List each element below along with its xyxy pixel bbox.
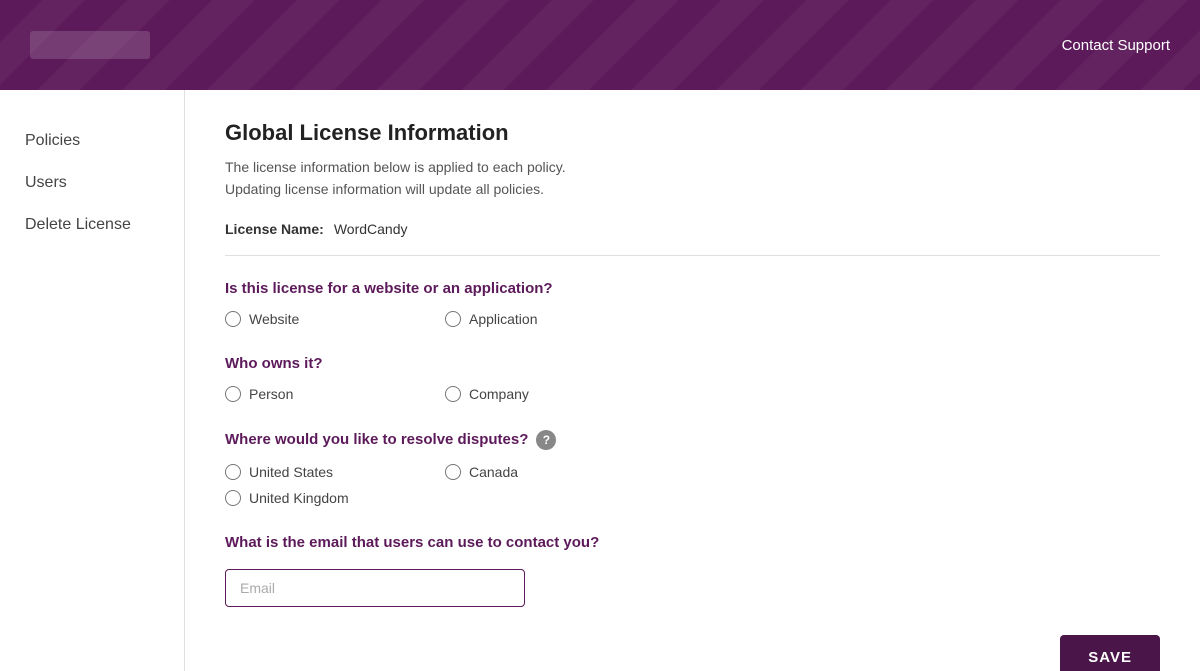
- question-4-section: What is the email that users can use to …: [225, 534, 1160, 607]
- email-field[interactable]: [225, 569, 525, 607]
- license-name-value: WordCandy: [334, 221, 408, 237]
- radio-person[interactable]: [225, 386, 241, 402]
- page-title: Global License Information: [225, 120, 1160, 146]
- header: Contact Support: [0, 0, 1200, 90]
- page-subtitle: The license information below is applied…: [225, 156, 1160, 201]
- license-name-row: License Name: WordCandy: [225, 221, 1160, 256]
- sidebar-item-policies[interactable]: Policies: [0, 120, 184, 162]
- option-uk[interactable]: United Kingdom: [225, 490, 445, 506]
- sidebar-item-delete-license[interactable]: Delete License: [0, 204, 184, 246]
- option-company[interactable]: Company: [445, 386, 665, 402]
- sidebar-item-users[interactable]: Users: [0, 162, 184, 204]
- save-button-wrap: SAVE: [225, 635, 1160, 671]
- help-icon[interactable]: ?: [536, 430, 556, 450]
- question-1-section: Is this license for a website or an appl…: [225, 280, 1160, 327]
- radio-canada[interactable]: [445, 464, 461, 480]
- question-2-options: Person Company: [225, 386, 1160, 402]
- save-button[interactable]: SAVE: [1060, 635, 1160, 671]
- option-application[interactable]: Application: [445, 311, 665, 327]
- option-person[interactable]: Person: [225, 386, 445, 402]
- logo: [30, 31, 150, 59]
- option-us[interactable]: United States: [225, 464, 445, 480]
- question-2-section: Who owns it? Person Company: [225, 355, 1160, 402]
- question-1-label: Is this license for a website or an appl…: [225, 280, 1160, 297]
- question-3-label: Where would you like to resolve disputes…: [225, 430, 1160, 450]
- question-2-label: Who owns it?: [225, 355, 1160, 372]
- radio-application[interactable]: [445, 311, 461, 327]
- question-4-label: What is the email that users can use to …: [225, 534, 1160, 551]
- option-website[interactable]: Website: [225, 311, 445, 327]
- sidebar: Policies Users Delete License: [0, 90, 185, 671]
- question-3-section: Where would you like to resolve disputes…: [225, 430, 1160, 506]
- radio-us[interactable]: [225, 464, 241, 480]
- option-canada[interactable]: Canada: [445, 464, 665, 480]
- question-3-row-1: United States Canada: [225, 464, 1160, 480]
- question-1-options: Website Application: [225, 311, 1160, 327]
- radio-uk[interactable]: [225, 490, 241, 506]
- body-wrap: Policies Users Delete License Global Lic…: [0, 90, 1200, 671]
- contact-support-link[interactable]: Contact Support: [1062, 37, 1170, 54]
- question-3-row-2: United Kingdom: [225, 490, 1160, 506]
- radio-company[interactable]: [445, 386, 461, 402]
- logo-image: [30, 31, 150, 59]
- question-3-options: United States Canada United Kingdom: [225, 464, 1160, 506]
- radio-website[interactable]: [225, 311, 241, 327]
- license-name-label: License Name:: [225, 221, 324, 237]
- main-content: Global License Information The license i…: [185, 90, 1200, 671]
